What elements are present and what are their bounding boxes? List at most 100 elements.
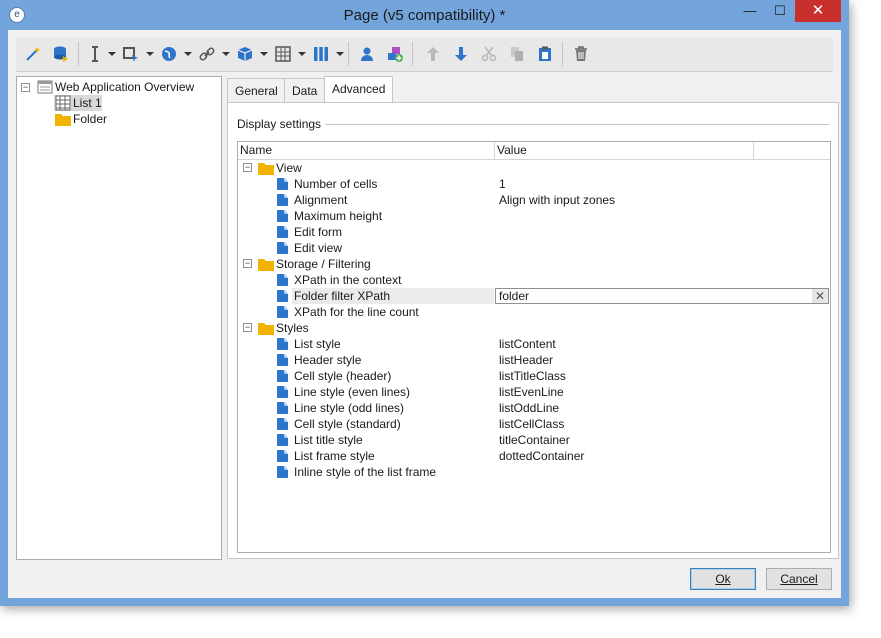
property-icon — [276, 401, 290, 415]
cancel-button[interactable]: Cancel — [766, 568, 832, 590]
tab-data[interactable]: Data — [284, 78, 326, 104]
property-icon — [276, 433, 290, 447]
dialog-window: e Page (v5 compatibility) * — ☐ ✕ − Web … — [0, 0, 849, 606]
property-row[interactable]: List title style titleContainer — [238, 432, 830, 448]
maximize-button[interactable]: ☐ — [765, 0, 795, 22]
paste-icon[interactable] — [534, 43, 556, 65]
property-row[interactable]: Number of cells 1 — [238, 176, 830, 192]
property-row[interactable]: XPath in the context — [238, 272, 830, 288]
tab-general[interactable]: General — [227, 78, 286, 104]
minimize-button[interactable]: — — [735, 0, 765, 22]
form-field-icon[interactable] — [120, 43, 142, 65]
grid-header: Name Value — [238, 142, 830, 160]
value-input[interactable]: folder ✕ — [495, 288, 829, 304]
property-value[interactable]: listCellClass — [499, 416, 564, 432]
property-row[interactable]: Edit form — [238, 224, 830, 240]
clear-icon[interactable]: ✕ — [812, 289, 828, 303]
display-settings-label: Display settings — [237, 117, 326, 131]
property-row[interactable]: Edit view — [238, 240, 830, 256]
property-row[interactable]: Inline style of the list frame — [238, 464, 830, 480]
ok-button[interactable]: Ok — [690, 568, 756, 590]
tree-node-root[interactable]: − Web Application Overview — [20, 79, 218, 95]
columns-icon[interactable] — [310, 43, 332, 65]
trash-icon[interactable] — [570, 43, 592, 65]
property-name: List title style — [294, 433, 363, 447]
property-icon — [276, 273, 290, 287]
property-icon — [276, 177, 290, 191]
property-name: Folder filter XPath — [294, 289, 391, 303]
property-icon — [276, 465, 290, 479]
user-icon[interactable] — [356, 43, 378, 65]
tree-node-label: List 1 — [73, 96, 102, 110]
property-row[interactable]: List style listContent — [238, 336, 830, 352]
structure-tree: − Web Application Overview List 1 Folder — [16, 76, 222, 560]
arrow-down-icon[interactable] — [450, 43, 472, 65]
property-icon — [276, 241, 290, 255]
tree-node-folder[interactable]: Folder — [54, 111, 134, 127]
property-row[interactable]: Alignment Align with input zones — [238, 192, 830, 208]
property-name: Line style (odd lines) — [294, 401, 405, 415]
column-header-name[interactable]: Name — [238, 142, 272, 159]
property-icon — [276, 193, 290, 207]
arrow-up-icon[interactable] — [422, 43, 444, 65]
tree-node-list[interactable]: List 1 — [54, 95, 102, 111]
property-value[interactable]: dottedContainer — [499, 448, 584, 464]
group-label: Storage / Filtering — [276, 257, 371, 271]
wand-icon[interactable] — [22, 43, 44, 65]
property-name: Edit view — [294, 241, 343, 255]
property-row[interactable]: XPath for the line count — [238, 304, 830, 320]
copy-icon[interactable] — [506, 43, 528, 65]
web-app-icon — [37, 80, 53, 94]
property-row[interactable]: Cell style (standard) listCellClass — [238, 416, 830, 432]
folder-icon — [258, 321, 274, 335]
property-icon — [276, 289, 290, 303]
database-icon[interactable] — [50, 43, 72, 65]
property-value[interactable]: listTitleClass — [499, 368, 566, 384]
property-value[interactable]: Align with input zones — [499, 192, 615, 208]
property-icon — [276, 369, 290, 383]
property-row[interactable]: Line style (even lines) listEvenLine — [238, 384, 830, 400]
column-header-value[interactable]: Value — [495, 142, 527, 159]
property-value[interactable]: titleContainer — [499, 432, 570, 448]
grid-icon — [55, 95, 71, 111]
table-icon[interactable] — [272, 43, 294, 65]
property-value[interactable]: 1 — [499, 176, 506, 192]
add-component-icon[interactable] — [384, 43, 406, 65]
cut-icon[interactable] — [478, 43, 500, 65]
collapse-toggle[interactable]: − — [243, 323, 252, 332]
group-label: View — [276, 161, 302, 175]
package-icon[interactable] — [234, 43, 256, 65]
property-row[interactable]: Maximum height — [238, 208, 830, 224]
value-input-text: folder — [499, 289, 530, 303]
settings-grid: Name Value − View Number of cells 1 Alignmen… — [237, 141, 831, 553]
collapse-toggle[interactable]: − — [243, 163, 252, 172]
folder-icon — [258, 257, 274, 271]
collapse-toggle[interactable]: − — [21, 83, 30, 92]
globe-icon[interactable] — [158, 43, 180, 65]
group-label: Styles — [276, 321, 309, 335]
close-button[interactable]: ✕ — [795, 0, 841, 22]
grid-group-row[interactable]: − Styles — [238, 320, 830, 336]
property-row[interactable]: List frame style dottedContainer — [238, 448, 830, 464]
property-row[interactable]: Header style listHeader — [238, 352, 830, 368]
title-bar[interactable]: e Page (v5 compatibility) * — ☐ ✕ — [0, 0, 849, 30]
property-row[interactable]: Folder filter XPath folder ✕ — [238, 288, 830, 304]
link-icon[interactable] — [196, 43, 218, 65]
property-value[interactable]: listContent — [499, 336, 556, 352]
grid-group-row[interactable]: − View — [238, 160, 830, 176]
property-value[interactable]: listOddLine — [499, 400, 559, 416]
property-row[interactable]: Line style (odd lines) listOddLine — [238, 400, 830, 416]
property-value[interactable]: listHeader — [499, 352, 553, 368]
collapse-toggle[interactable]: − — [243, 259, 252, 268]
property-icon — [276, 337, 290, 351]
folder-icon — [258, 161, 274, 175]
text-cursor-icon[interactable] — [84, 43, 106, 65]
toolbar — [16, 37, 833, 72]
property-value[interactable]: listEvenLine — [499, 384, 564, 400]
property-row[interactable]: Cell style (header) listTitleClass — [238, 368, 830, 384]
grid-group-row[interactable]: − Storage / Filtering — [238, 256, 830, 272]
tab-advanced[interactable]: Advanced — [324, 76, 394, 103]
property-icon — [276, 305, 290, 319]
property-name: Alignment — [294, 193, 348, 207]
property-name: Cell style (header) — [294, 369, 392, 383]
